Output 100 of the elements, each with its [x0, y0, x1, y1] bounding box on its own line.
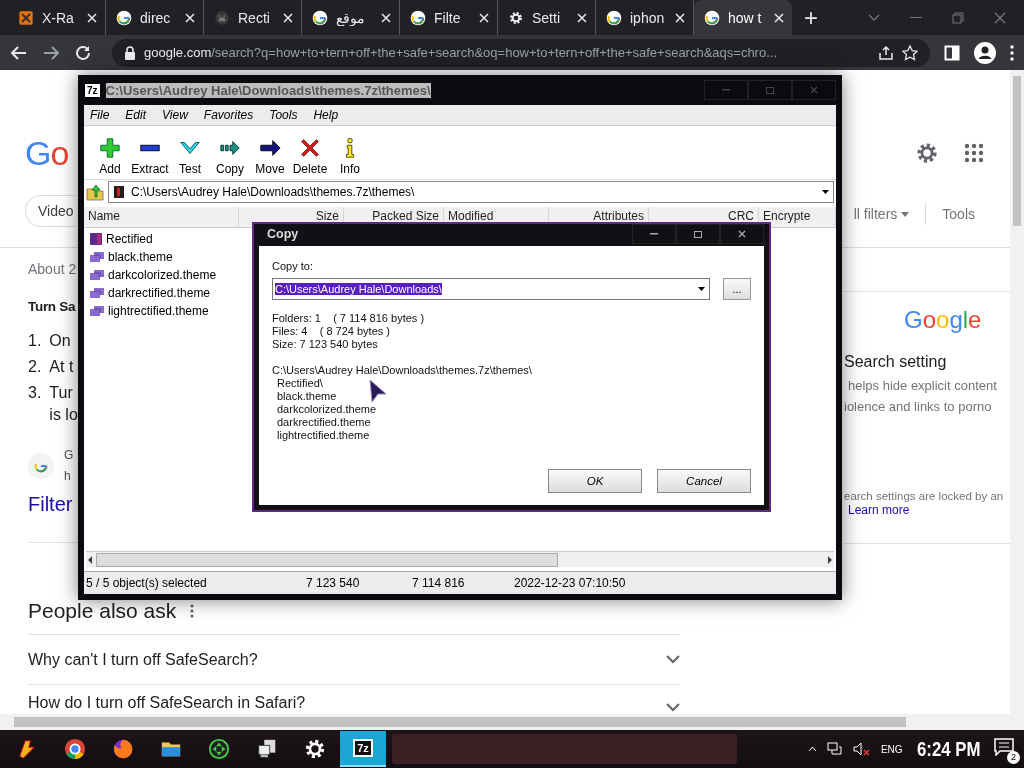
toolbar-button[interactable]: Copy [210, 137, 250, 176]
destination-field[interactable]: C:\Users\Audrey Hale\Downloads\ [272, 278, 710, 300]
status-text: 7 123 540 [305, 576, 361, 590]
apps-grid-icon[interactable] [964, 143, 984, 163]
file-name[interactable]: lightrectified.theme [108, 304, 209, 318]
result-link[interactable]: Filter [28, 493, 73, 516]
restore-icon[interactable] [952, 11, 964, 24]
notification-count: 2 [1007, 751, 1020, 764]
all-filters-button[interactable]: ll filters [853, 206, 898, 222]
tools-button[interactable]: Tools [942, 206, 975, 222]
right-arrow-icon[interactable] [826, 555, 834, 564]
status-text: 7 114 816 [411, 576, 466, 590]
toolbar-button[interactable]: Extract [130, 137, 170, 176]
summary-text: Files: 4 ( 8 724 bytes ) [272, 325, 391, 338]
more-icon[interactable] [190, 603, 195, 618]
browser-tab[interactable]: how t [694, 0, 792, 35]
google-logo: Go [25, 133, 69, 173]
menu-item[interactable]: Help [313, 108, 339, 122]
field-label: Copy to: [272, 260, 314, 272]
language-indicator[interactable]: ENG [880, 743, 903, 755]
menu-item[interactable]: Tools [269, 108, 298, 122]
taskbar-app[interactable]: 7z [340, 731, 386, 767]
file-icon [89, 269, 105, 281]
horizontal-scrollbar[interactable] [0, 714, 1024, 730]
menu-item[interactable]: Favorites [203, 108, 254, 122]
delete-icon [299, 137, 321, 159]
plus-icon [99, 137, 121, 159]
folder-icon [89, 232, 103, 246]
menu-item[interactable]: File [90, 108, 110, 122]
question-row[interactable]: Why can't I turn off SafeSearch? [28, 635, 680, 685]
list-text: Tur [49, 384, 73, 402]
side-panel-icon[interactable] [944, 44, 960, 61]
item-name: black.theme [276, 390, 338, 403]
question-row[interactable]: How do I turn off SafeSearch in Safari? [28, 685, 680, 712]
star-icon[interactable] [902, 44, 918, 61]
column-header[interactable]: Name [84, 207, 239, 227]
network-icon[interactable] [826, 742, 843, 756]
scroll-thumb[interactable] [1013, 76, 1021, 226]
file-icon [89, 287, 105, 299]
ok-button[interactable]: OK [548, 469, 642, 493]
toolbar-button[interactable]: Delete [290, 137, 330, 176]
section-heading: People also ask [28, 600, 177, 621]
forward-icon[interactable] [42, 43, 60, 62]
file-name[interactable]: darkrectified.theme [108, 286, 211, 300]
settings-icon [508, 9, 524, 26]
menu-item[interactable]: View [162, 108, 188, 122]
new-tab-button[interactable]: + [804, 5, 818, 30]
minimize-icon [722, 89, 730, 91]
google-icon [116, 9, 132, 26]
chevron-down-icon[interactable] [868, 13, 880, 22]
panel-note: earch settings are locked by an [844, 490, 1004, 503]
profile-icon[interactable] [974, 41, 996, 64]
maximize-button[interactable] [676, 224, 720, 244]
clock[interactable]: 6:24 PM [916, 737, 981, 761]
share-icon[interactable] [878, 44, 894, 61]
panel-text: iolence and links to porno [844, 399, 992, 414]
file-icon [89, 251, 105, 263]
caret-icon [901, 211, 910, 217]
chevron-up-icon[interactable] [807, 746, 817, 752]
menu-icon[interactable] [1010, 44, 1014, 61]
toolbar-button[interactable]: Info [330, 137, 370, 176]
list-text: is lo [49, 406, 78, 424]
volume-muted-icon[interactable] [852, 742, 871, 756]
file-name[interactable]: Rectified [106, 232, 153, 246]
settings-icon [304, 738, 326, 760]
path-combo[interactable]: C:\Users\Audrey Hale\Downloads\themes.7z\themes\ [108, 181, 834, 203]
settings-icon[interactable] [916, 142, 938, 164]
list-text: At t [49, 358, 74, 376]
google-icon [606, 9, 622, 26]
file-name[interactable]: black.theme [108, 250, 173, 264]
minimize-icon [650, 233, 658, 235]
reload-icon[interactable] [74, 43, 92, 62]
url-text: google.com/search?q=how+to+tern+off+the+safe+search&oq=how+to+tern+off+the+safe+search&aqs=chro... [144, 45, 779, 60]
item-name: lightrectified.theme [276, 429, 371, 442]
dialog-title: Copy [267, 227, 299, 241]
browse-button[interactable]: ... [723, 278, 751, 300]
source-name: G [64, 448, 74, 462]
learn-more-link[interactable]: Learn more [848, 503, 910, 517]
maximize-icon [694, 230, 702, 238]
scroll-thumb[interactable] [96, 552, 558, 567]
scroll-thumb[interactable] [14, 717, 906, 727]
list-number: 1. [28, 332, 42, 350]
toolbar-button[interactable]: Move [250, 137, 290, 176]
toolbar-button[interactable]: Add [90, 137, 130, 176]
folder-up-icon[interactable] [86, 183, 104, 201]
app-icon [18, 9, 34, 26]
panel-heading: Search setting [844, 353, 947, 371]
horizontal-scrollbar[interactable] [86, 551, 834, 567]
menu-item[interactable]: Edit [125, 108, 147, 122]
address-bar[interactable]: google.com/search?q=how+to+tern+off+the+safe+search&oq=how+to+tern+off+the+safe+search&aqs=chro... [112, 38, 930, 67]
dropdown-icon[interactable] [698, 287, 705, 291]
source-path: C:\Users\Audrey Hale\Downloads\themes.7z\themes\ [272, 364, 533, 377]
back-icon[interactable] [10, 43, 28, 62]
toolbar-button[interactable]: Test [170, 137, 210, 176]
file-name[interactable]: darkcolorized.theme [108, 268, 217, 282]
left-arrow-icon[interactable] [86, 555, 94, 564]
close-icon [810, 86, 818, 94]
cancel-button[interactable]: Cancel [657, 469, 751, 493]
vertical-scrollbar[interactable] [1010, 70, 1024, 714]
minimize-icon[interactable] [910, 16, 922, 19]
